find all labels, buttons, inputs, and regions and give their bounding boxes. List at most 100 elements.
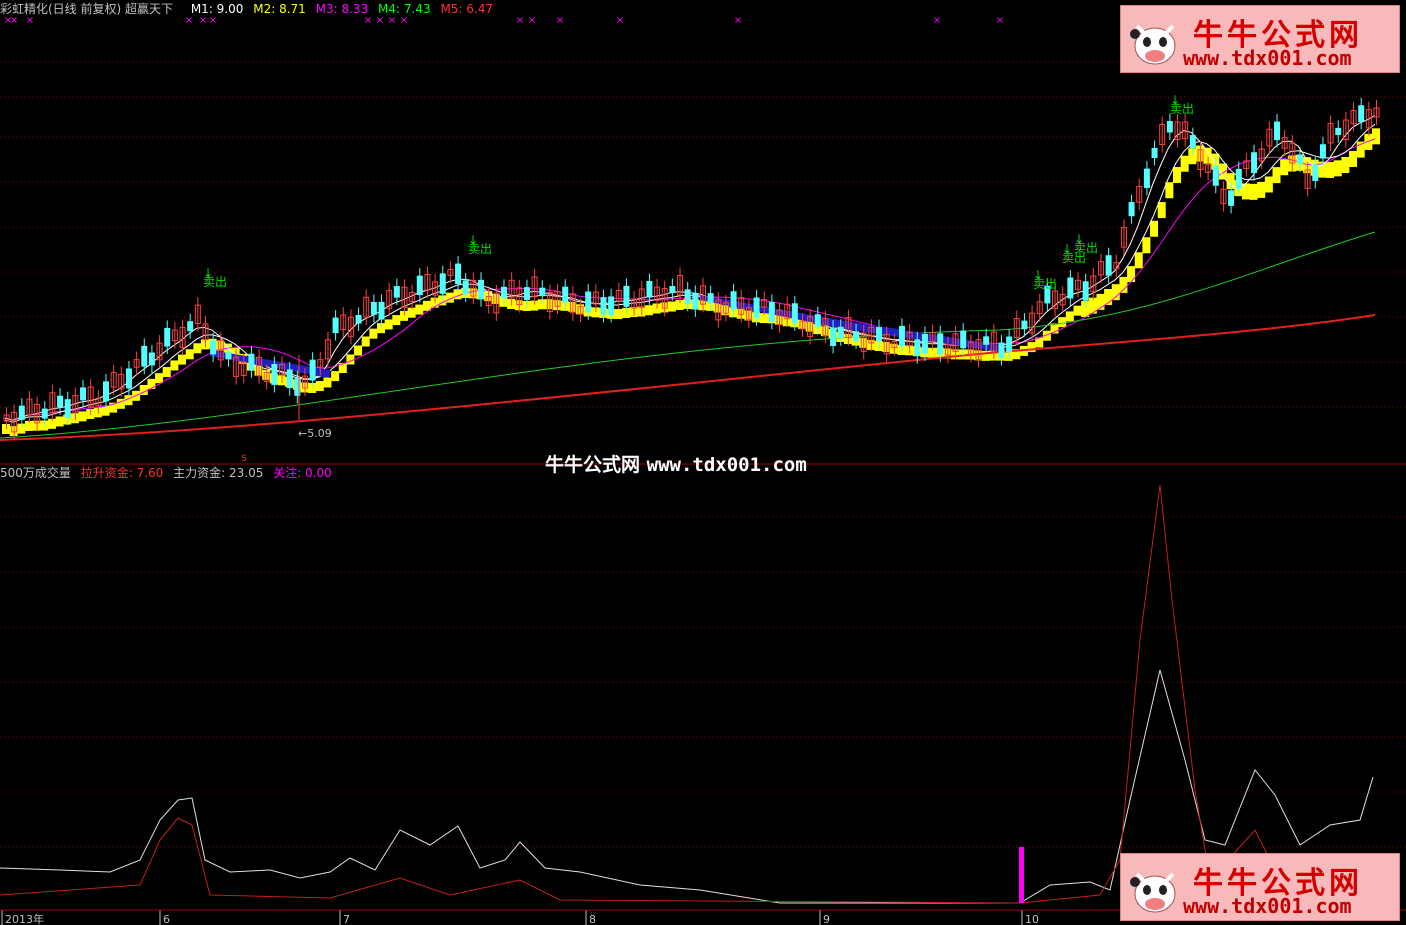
candle-body — [1296, 154, 1303, 165]
ribbon-step — [24, 420, 33, 431]
candle-body — [355, 314, 362, 324]
ma-1-value: M1: 9.00 — [190, 2, 244, 16]
logo-top: 牛牛公式网 www.tdx001.com — [1120, 5, 1400, 73]
candle-body — [41, 408, 48, 419]
signal-x-marker: × — [516, 15, 524, 26]
candle-body — [1228, 190, 1235, 206]
ribbon-step — [1333, 160, 1342, 177]
candle-body — [455, 263, 462, 285]
ma-5-line — [0, 314, 1376, 441]
main-fund-value: 主力资金: 23.05 — [173, 466, 264, 480]
ribbon-step — [170, 360, 179, 371]
candle-body — [791, 303, 798, 324]
ribbon-step — [178, 354, 187, 365]
ribbon-step — [361, 336, 370, 347]
ribbon-step — [392, 315, 401, 326]
candle-body — [1082, 281, 1089, 301]
signal-x-marker: × — [616, 15, 624, 26]
ribbon-step — [1249, 183, 1258, 200]
ribbon-step — [415, 304, 424, 315]
candle-body — [814, 314, 821, 328]
x-tick-label: 10 — [1025, 913, 1039, 925]
x-tick-label: 9 — [823, 913, 830, 925]
candle-body — [539, 287, 546, 297]
candle-body — [523, 287, 530, 301]
signal-x-marker: × — [400, 15, 408, 26]
ribbon-step — [315, 381, 324, 392]
candle-body — [141, 345, 148, 367]
ma-2-value: M2: 8.71 — [253, 2, 306, 16]
candle-body — [248, 353, 255, 371]
signal-x-marker: × — [996, 15, 1004, 26]
ribbon-step — [1341, 157, 1350, 174]
ribbon-step — [1058, 317, 1067, 328]
signal-x-marker: × — [185, 15, 193, 26]
candle-body — [102, 381, 109, 402]
sub-header: 500万成交量 拉升资金: 7.60 主力资金: 23.05 关注: 0.00 — [0, 466, 338, 480]
ribbon-step — [162, 367, 171, 378]
candle-body — [1319, 144, 1326, 159]
x-tick-label: 2013年 — [5, 912, 44, 925]
candle-body — [64, 399, 71, 418]
candle-body — [80, 387, 87, 401]
candle-body — [623, 285, 630, 307]
ribbon-step — [1119, 276, 1128, 293]
ribbon-step — [55, 416, 64, 427]
stock-title: 彩虹精化(日线 前复权) 超赢天下 — [0, 2, 173, 16]
candle-body — [1067, 277, 1074, 299]
watermark-url: www.tdx001.com — [646, 454, 807, 476]
watermark: 牛牛公式网 www.tdx001.com — [545, 450, 807, 477]
ribbon-step — [644, 305, 653, 316]
candle-body — [960, 330, 967, 349]
candle-body — [18, 405, 25, 420]
signal-x-marker: × — [528, 15, 536, 26]
candle-body — [210, 340, 217, 355]
x-tick-label: 8 — [589, 913, 596, 925]
focus-bar — [1019, 847, 1024, 903]
ribbon-step — [1150, 220, 1159, 237]
lift-fund-value: 拉升资金: 7.60 — [80, 466, 164, 480]
x-tick-label: 6 — [163, 913, 170, 925]
sell-signal-label: 卖出 — [468, 242, 492, 256]
ribbon-step — [1111, 284, 1120, 301]
candle-body — [600, 297, 607, 315]
signal-x-marker: × — [199, 15, 207, 26]
ribbon-step — [369, 328, 378, 339]
candle-body — [684, 289, 691, 304]
candle-body — [707, 293, 714, 304]
ribbon-step — [1134, 252, 1143, 269]
s-marker: S — [241, 454, 247, 464]
ribbon-step — [384, 319, 393, 330]
candle-body — [478, 279, 485, 300]
candle-body — [937, 333, 944, 355]
ribbon-step — [1264, 176, 1273, 193]
ribbon-step — [1073, 305, 1082, 316]
ribbon-step — [185, 349, 194, 360]
candle-body — [187, 321, 194, 332]
signal-x-marker: × — [26, 15, 34, 26]
signal-x-marker: × — [388, 15, 396, 26]
ribbon-step — [1065, 311, 1074, 322]
candle-body — [332, 317, 339, 334]
candle-body — [730, 291, 737, 310]
candle-body — [125, 368, 132, 389]
candle-body — [1128, 202, 1135, 217]
candle-body — [669, 286, 676, 294]
candle-body — [309, 359, 316, 381]
focus-value: 关注: 0.00 — [273, 466, 332, 480]
ribbon-step — [1157, 202, 1166, 219]
candle-body — [876, 327, 883, 342]
candle-body — [1006, 336, 1013, 353]
candle-body — [1358, 105, 1365, 122]
ribbon-step — [193, 343, 202, 354]
ribbon-step — [323, 377, 332, 388]
chart-stage[interactable]: × × × × × × × × × × × × × × × × × ↓ 卖出 ↓ 卖出 ↓ 卖出 ↓ 卖出 ↓ 卖出 ↓ 卖出 ←5.09… — [0, 0, 1406, 925]
ribbon-step — [1127, 266, 1136, 283]
signal-x-marker: × — [933, 15, 941, 26]
candle-body — [164, 327, 171, 347]
candle-body — [1235, 168, 1242, 189]
candle-body — [1212, 165, 1219, 186]
candle-body — [921, 334, 928, 354]
candle-body — [1021, 320, 1028, 330]
ribbon-step — [507, 298, 516, 309]
